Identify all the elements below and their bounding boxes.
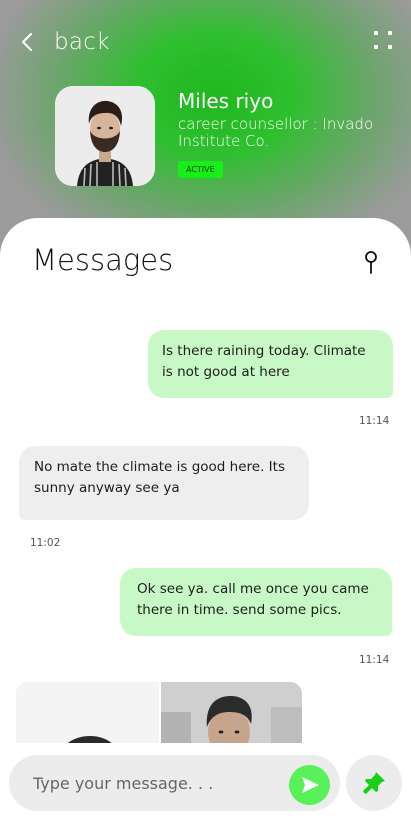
pushpin-icon [363,772,385,794]
message-input[interactable] [33,755,283,811]
message-composer [0,743,411,823]
message-time: 11:02 [30,537,61,549]
message-bubble-outgoing[interactable]: Ok see ya. call me once you came there i… [120,568,392,636]
top-bar: back [0,0,411,80]
profile-role: career counsellor : Invado Institute Co. [178,115,374,150]
pin-icon[interactable] [362,251,380,275]
messages-panel: Messages Is there raining today. Climate… [0,218,411,823]
more-dots-icon[interactable] [374,31,396,53]
chevron-left-icon [21,32,33,52]
avatar-image [55,86,155,186]
status-badge: ACTIVE [178,161,223,178]
back-label: back [54,29,110,55]
message-time: 11:14 [359,654,390,666]
profile-name: Miles riyo [178,89,274,113]
message-bubble-outgoing[interactable]: Is there raining today. Climate is not g… [148,330,393,398]
avatar[interactable] [55,86,155,186]
back-button[interactable]: back [18,26,110,58]
page-title: Messages [32,243,174,277]
send-button[interactable] [289,765,330,805]
profile-card: Miles riyo career counsellor : Invado In… [55,86,395,186]
attach-button[interactable] [346,755,402,811]
send-icon [301,777,319,793]
message-time: 11:14 [359,415,390,427]
message-bubble-incoming[interactable]: No mate the climate is good here. Its su… [19,446,309,520]
chat-screen: back Miles riyo career counsellor: Inva… [0,0,411,823]
